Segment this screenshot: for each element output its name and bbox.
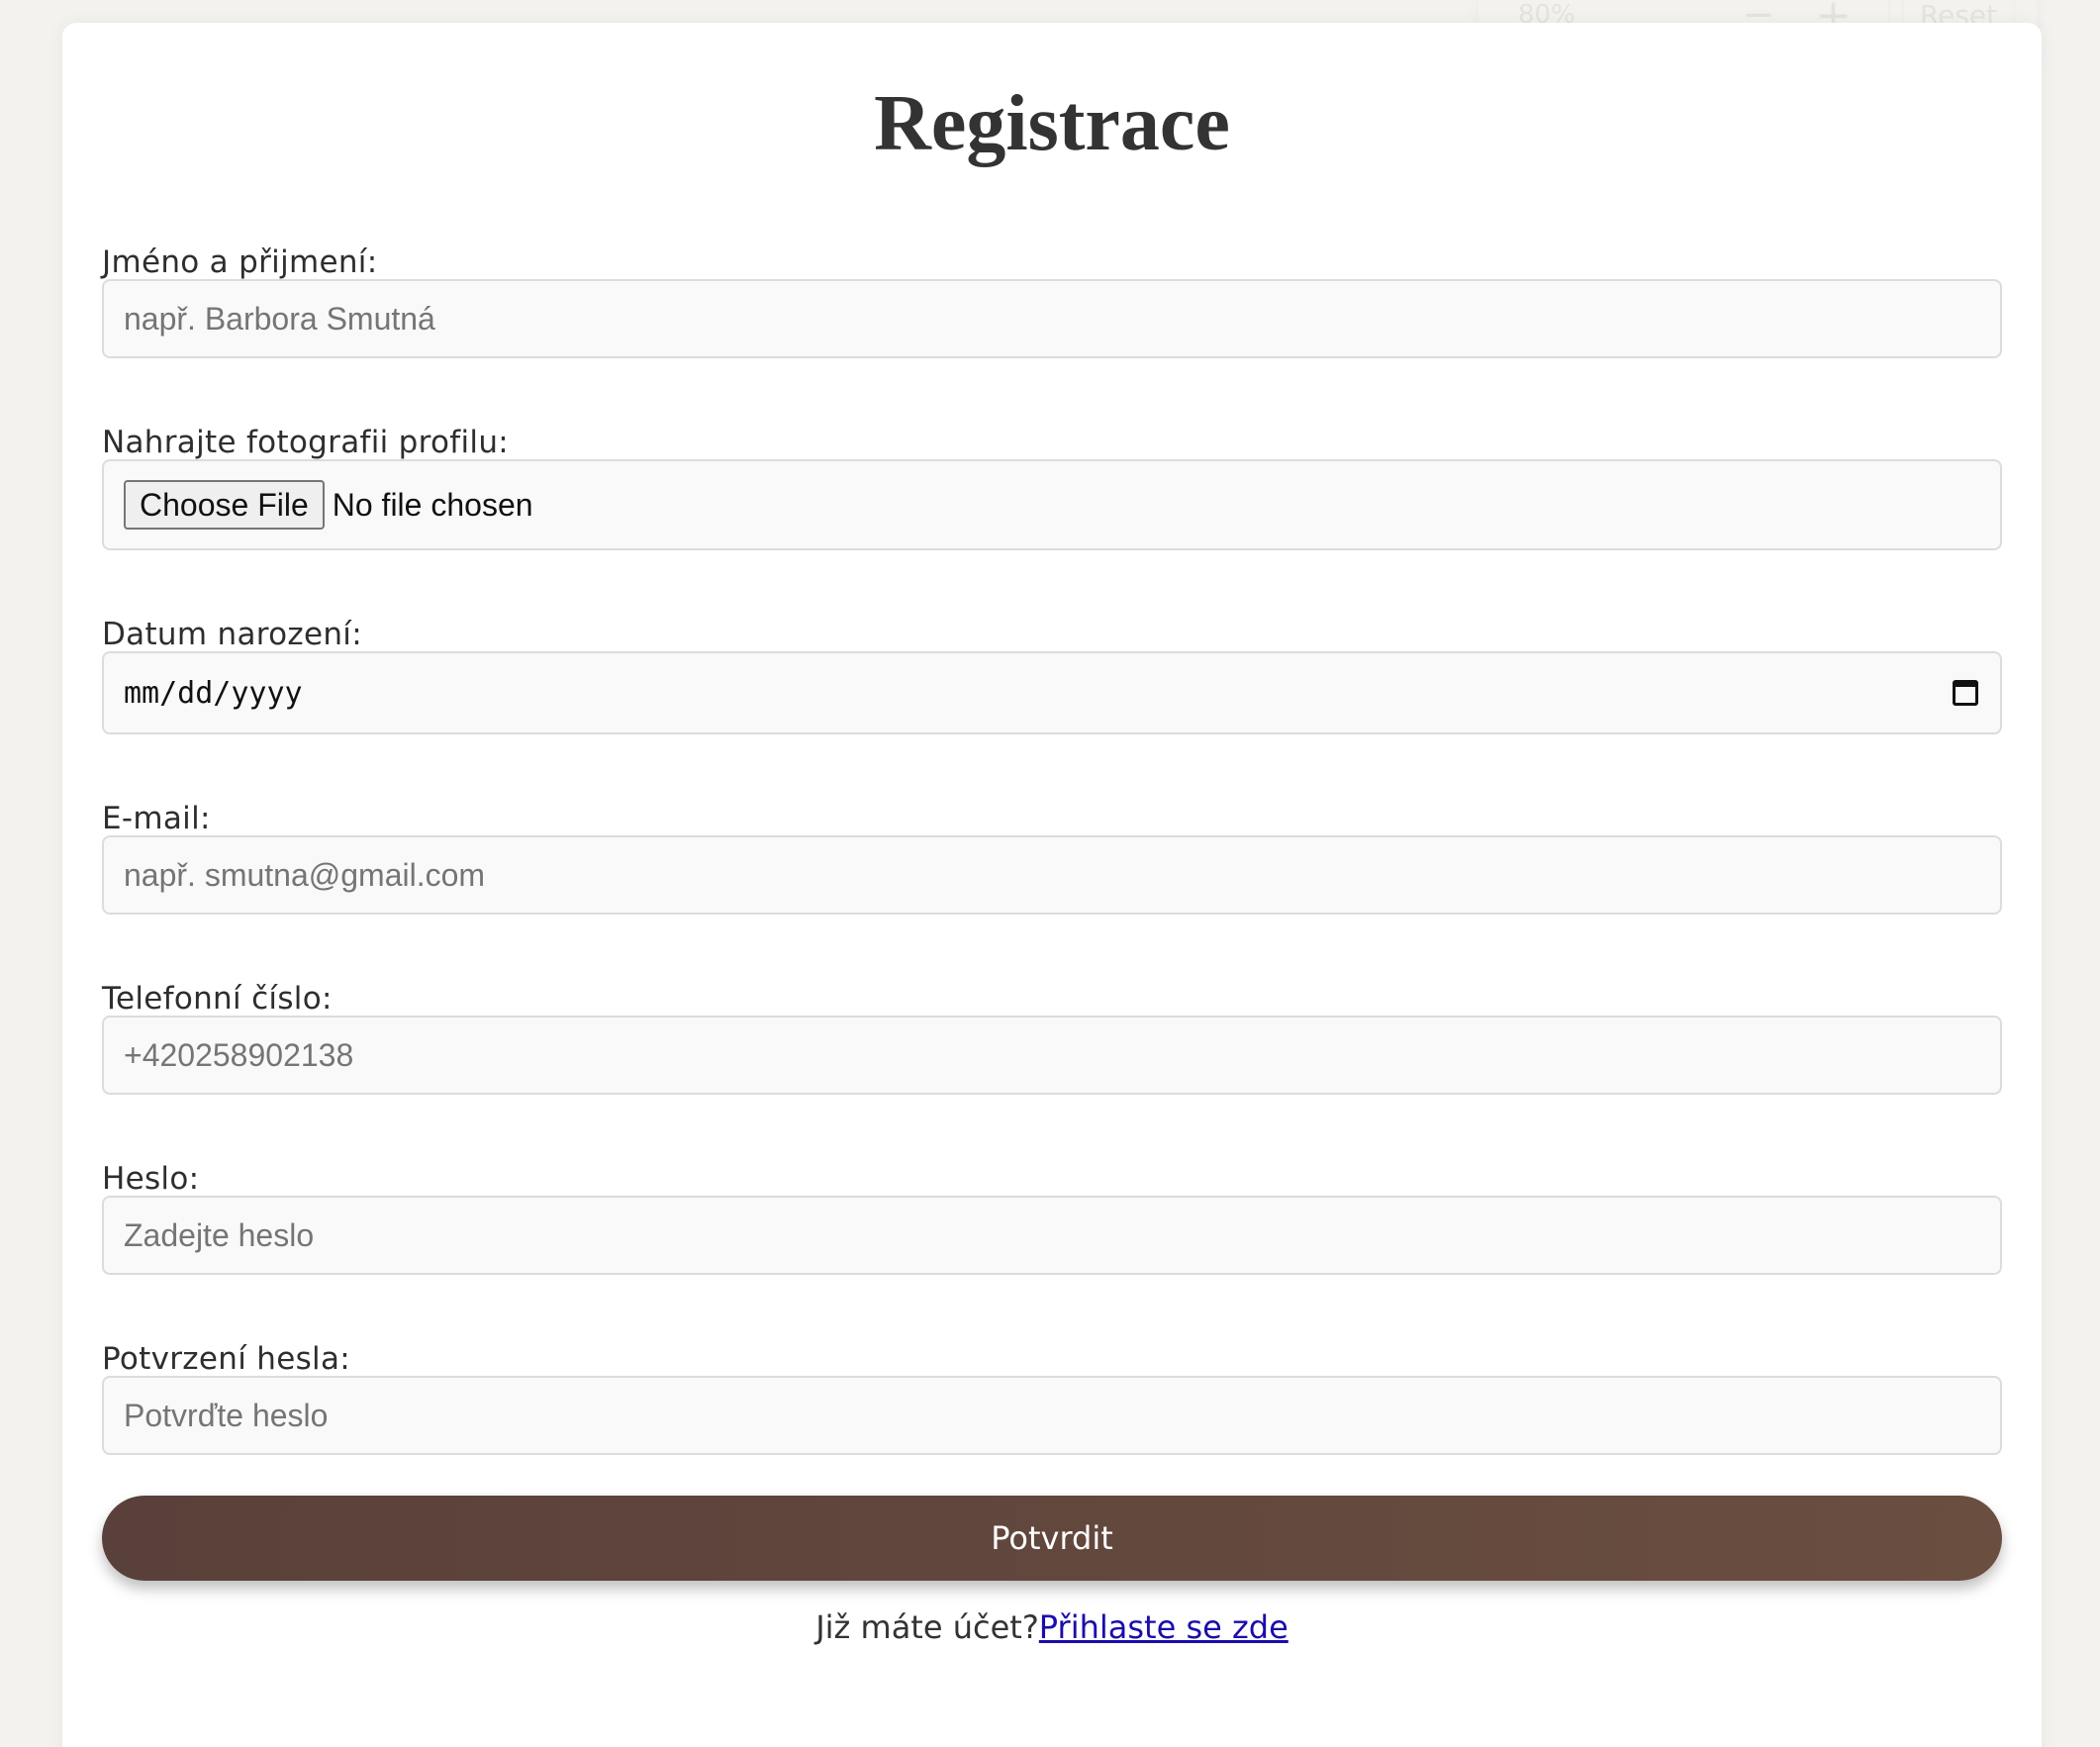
- calendar-icon[interactable]: [1953, 680, 1978, 706]
- password-label: Heslo:: [102, 1161, 200, 1197]
- login-link[interactable]: Přihlaste se zde: [1039, 1608, 1289, 1646]
- phone-input[interactable]: +420258902138: [102, 1016, 2002, 1095]
- submit-button[interactable]: Potvrdit: [102, 1496, 2002, 1581]
- birthdate-placeholder: mm/dd/yyyy: [124, 675, 303, 711]
- phone-placeholder: +420258902138: [124, 1036, 354, 1073]
- password-placeholder: Zadejte heslo: [124, 1216, 315, 1253]
- password-confirm-label: Potvrzení hesla:: [102, 1341, 350, 1377]
- password-confirm-input[interactable]: Potvrďte heslo: [102, 1376, 2002, 1455]
- password-input[interactable]: Zadejte heslo: [102, 1196, 2002, 1275]
- email-placeholder: např. smutna@gmail.com: [124, 856, 486, 893]
- login-prompt: Již máte účet?: [815, 1608, 1039, 1646]
- name-placeholder: např. Barbora Smutná: [124, 300, 435, 337]
- name-label: Jméno a přijmení:: [102, 244, 378, 280]
- birthdate-label: Datum narození:: [102, 617, 362, 652]
- photo-file-input[interactable]: Choose File No file chosen: [102, 459, 2002, 550]
- email-input[interactable]: např. smutna@gmail.com: [102, 835, 2002, 915]
- photo-label: Nahrajte fotografii profilu:: [102, 425, 510, 460]
- login-prompt-line: Již máte účet?Přihlaste se zde: [62, 1608, 2042, 1646]
- registration-card: Registrace Jméno a přijmení: např. Barbo…: [62, 23, 2042, 1747]
- phone-label: Telefonní číslo:: [102, 981, 333, 1017]
- file-status: No file chosen: [332, 486, 533, 523]
- email-label: E-mail:: [102, 801, 211, 836]
- choose-file-button[interactable]: Choose File: [124, 480, 325, 530]
- page-title: Registrace: [874, 80, 1230, 167]
- password-confirm-placeholder: Potvrďte heslo: [124, 1397, 329, 1433]
- birthdate-input[interactable]: mm/dd/yyyy: [102, 651, 2002, 734]
- name-input[interactable]: např. Barbora Smutná: [102, 279, 2002, 358]
